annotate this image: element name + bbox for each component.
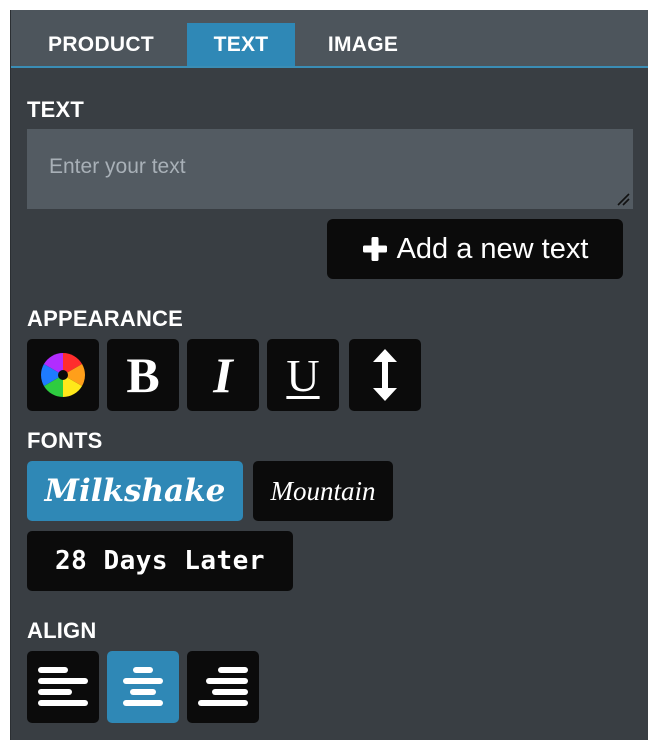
line-height-arrow-icon <box>373 349 397 401</box>
underline-button[interactable]: U <box>267 339 339 411</box>
font-option-label: 28 Days Later <box>55 546 265 576</box>
align-left-button[interactable] <box>27 651 99 723</box>
resize-handle-icon[interactable] <box>616 192 630 206</box>
tab-label: PRODUCT <box>48 32 154 56</box>
italic-button[interactable]: I <box>187 339 259 411</box>
add-new-text-button[interactable]: Add a new text <box>327 219 623 279</box>
font-option-label: Milkshake <box>44 473 226 509</box>
add-new-text-label: Add a new text <box>396 232 589 265</box>
color-picker-button[interactable] <box>27 339 99 411</box>
align-left-icon <box>38 667 88 706</box>
text-editor-panel: PRODUCT TEXT IMAGE TEXT Add a new text A… <box>10 10 648 740</box>
text-input-wrapper <box>27 129 633 209</box>
tab-text[interactable]: TEXT <box>187 23 295 66</box>
tab-label: TEXT <box>213 32 269 56</box>
align-right-button[interactable] <box>187 651 259 723</box>
font-option-28-days-later[interactable]: 28 Days Later <box>27 531 293 591</box>
appearance-section-label: APPEARANCE <box>27 306 184 331</box>
tab-product[interactable]: PRODUCT <box>29 23 173 66</box>
align-right-icon <box>198 667 248 706</box>
font-option-milkshake[interactable]: Milkshake <box>27 461 243 521</box>
font-option-label: Mountain <box>270 475 376 506</box>
align-section-label: ALIGN <box>27 618 97 643</box>
text-input[interactable] <box>27 129 633 209</box>
text-section-label: TEXT <box>27 97 85 122</box>
tab-label: IMAGE <box>327 32 399 56</box>
bold-button[interactable]: B <box>107 339 179 411</box>
bold-icon: B <box>126 347 160 403</box>
plus-icon <box>362 237 387 261</box>
fonts-section-label: FONTS <box>27 428 103 453</box>
line-height-button[interactable] <box>349 339 421 411</box>
tab-bar: PRODUCT TEXT IMAGE <box>11 10 648 68</box>
color-wheel-icon <box>41 353 85 397</box>
font-option-mountain[interactable]: Mountain <box>253 461 393 521</box>
tab-image[interactable]: IMAGE <box>311 23 415 66</box>
underline-icon: U <box>286 349 320 401</box>
italic-icon: I <box>213 347 233 403</box>
align-center-button[interactable] <box>107 651 179 723</box>
align-center-icon <box>123 667 163 706</box>
